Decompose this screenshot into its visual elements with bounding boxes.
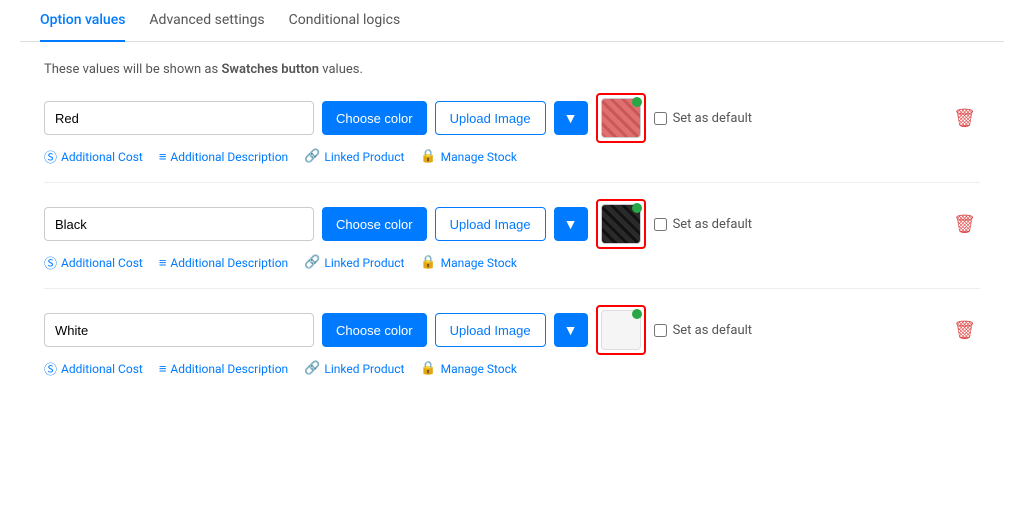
tab-conditional-logics[interactable]: Conditional logics [289,0,401,42]
set-default-label-white: Set as default [654,323,753,338]
tab-advanced-settings[interactable]: Advanced settings [149,0,264,42]
additional-cost-link-white[interactable]: Ⓢ Additional Cost [44,359,143,378]
option-links-black: Ⓢ Additional Cost ≡ Additional Descripti… [44,249,980,280]
manage-stock-link-white[interactable]: 🔒 Manage Stock [420,361,517,376]
upload-image-button-black[interactable]: Upload Image [435,207,546,241]
chevron-icon: ▼ [564,110,578,126]
link-icon: 🔗 [304,149,320,164]
delete-button-white[interactable]: 🗑 [949,316,980,345]
link-icon: 🔗 [304,361,320,376]
option-row-black: Choose color Upload Image ▼ Set as defau… [44,199,980,280]
choose-color-button-white[interactable]: Choose color [322,313,427,347]
tab-content: These values will be shown as Swatches b… [20,42,1004,414]
option-value-input-white[interactable] [44,313,314,347]
manage-stock-link-red[interactable]: 🔒 Manage Stock [420,149,517,164]
manage-stock-link-black[interactable]: 🔒 Manage Stock [420,255,517,270]
additional-cost-link-black[interactable]: Ⓢ Additional Cost [44,253,143,272]
option-row-white: Choose color Upload Image ▼ Set as defau… [44,305,980,386]
upload-image-button-white[interactable]: Upload Image [435,313,546,347]
swatch-dot-red [632,97,642,107]
option-value-input-black[interactable] [44,207,314,241]
set-default-checkbox-white[interactable] [654,324,667,337]
option-links-red: Ⓢ Additional Cost ≡ Additional Descripti… [44,143,980,174]
dollar-icon: Ⓢ [44,359,57,378]
tabs-bar: Option values Advanced settings Conditio… [20,0,1004,42]
swatch-black [596,199,646,249]
lock-icon: 🔒 [420,255,436,270]
blue-square-button-red[interactable]: ▼ [554,101,588,135]
link-icon: 🔗 [304,255,320,270]
linked-product-link-black[interactable]: 🔗 Linked Product [304,255,404,270]
option-value-input-red[interactable] [44,101,314,135]
hint-text: These values will be shown as Swatches b… [44,62,980,77]
divider-1 [44,182,980,183]
trash-icon: 🗑 [953,320,976,340]
additional-description-link-black[interactable]: ≡ Additional Description [159,255,288,271]
set-default-checkbox-red[interactable] [654,112,667,125]
swatch-dot-black [632,203,642,213]
linked-product-link-white[interactable]: 🔗 Linked Product [304,361,404,376]
dollar-icon: Ⓢ [44,147,57,166]
choose-color-button-black[interactable]: Choose color [322,207,427,241]
upload-image-button-red[interactable]: Upload Image [435,101,546,135]
option-row-red: Choose color Upload Image ▼ Set as defau… [44,93,980,174]
set-default-label-red: Set as default [654,111,753,126]
swatch-white [596,305,646,355]
delete-button-black[interactable]: 🗑 [949,210,980,239]
tab-option-values[interactable]: Option values [40,0,125,42]
linked-product-link-red[interactable]: 🔗 Linked Product [304,149,404,164]
trash-icon: 🗑 [953,214,976,234]
lock-icon: 🔒 [420,149,436,164]
document-icon: ≡ [159,149,167,165]
set-default-label-black: Set as default [654,217,753,232]
blue-square-button-black[interactable]: ▼ [554,207,588,241]
chevron-icon: ▼ [564,322,578,338]
choose-color-button-red[interactable]: Choose color [322,101,427,135]
delete-button-red[interactable]: 🗑 [949,104,980,133]
set-default-checkbox-black[interactable] [654,218,667,231]
additional-description-link-white[interactable]: ≡ Additional Description [159,361,288,377]
swatch-red [596,93,646,143]
lock-icon: 🔒 [420,361,436,376]
blue-square-button-white[interactable]: ▼ [554,313,588,347]
dollar-icon: Ⓢ [44,253,57,272]
divider-2 [44,288,980,289]
swatch-dot-white [632,309,642,319]
trash-icon: 🗑 [953,108,976,128]
document-icon: ≡ [159,361,167,377]
option-links-white: Ⓢ Additional Cost ≡ Additional Descripti… [44,355,980,386]
chevron-icon: ▼ [564,216,578,232]
additional-description-link-red[interactable]: ≡ Additional Description [159,149,288,165]
document-icon: ≡ [159,255,167,271]
additional-cost-link-red[interactable]: Ⓢ Additional Cost [44,147,143,166]
